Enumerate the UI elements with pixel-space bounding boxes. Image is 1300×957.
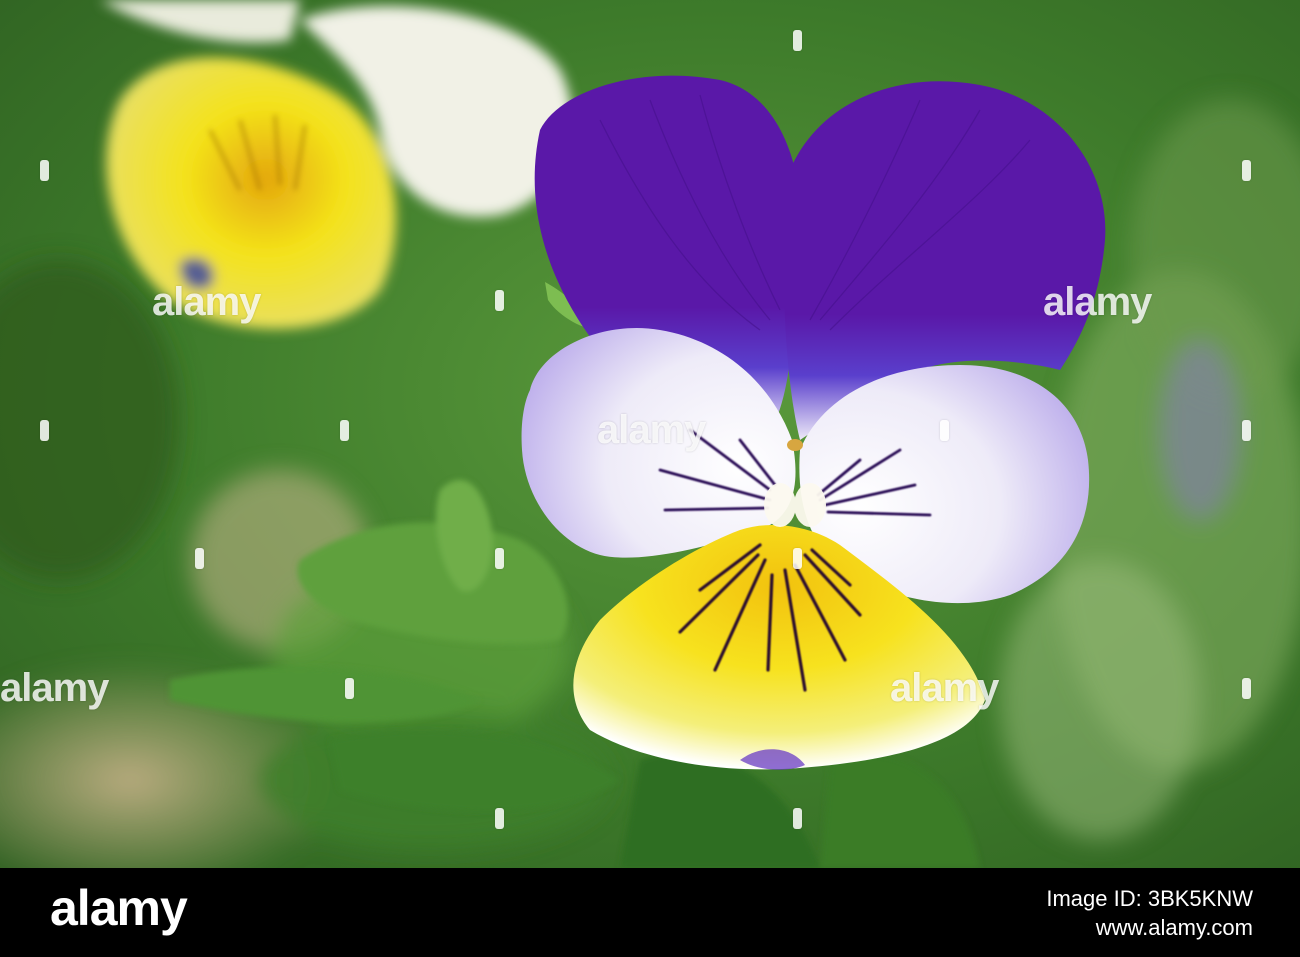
watermark-mark (495, 808, 504, 829)
watermark-mark (940, 420, 949, 441)
watermark-mark (793, 30, 802, 51)
watermark-mark (495, 290, 504, 311)
watermark-mark (1242, 678, 1251, 699)
watermark: alamy (152, 280, 261, 324)
watermark-mark (1242, 420, 1251, 441)
watermark: alamy (0, 666, 109, 710)
website-url: www.alamy.com (1095, 915, 1253, 940)
watermark: alamy (890, 666, 999, 710)
watermark: alamy (597, 408, 706, 452)
watermark-mark (793, 808, 802, 829)
watermark-mark (1242, 160, 1251, 181)
watermark-mark (340, 420, 349, 441)
watermark: alamy (1043, 280, 1152, 324)
image-id: Image ID: 3BK5KNW (1046, 886, 1253, 911)
watermark-mark (495, 548, 504, 569)
watermark-mark (195, 548, 204, 569)
watermark-mark (345, 678, 354, 699)
footer-logo: alamy (50, 880, 188, 936)
watermark-mark (793, 548, 802, 569)
footer-bar: alamy Image ID: 3BK5KNW www.alamy.com (0, 868, 1300, 957)
watermark-mark (40, 160, 49, 181)
watermark-mark (40, 420, 49, 441)
photo: alamy alamy alamy alamy alamy (0, 0, 1300, 868)
